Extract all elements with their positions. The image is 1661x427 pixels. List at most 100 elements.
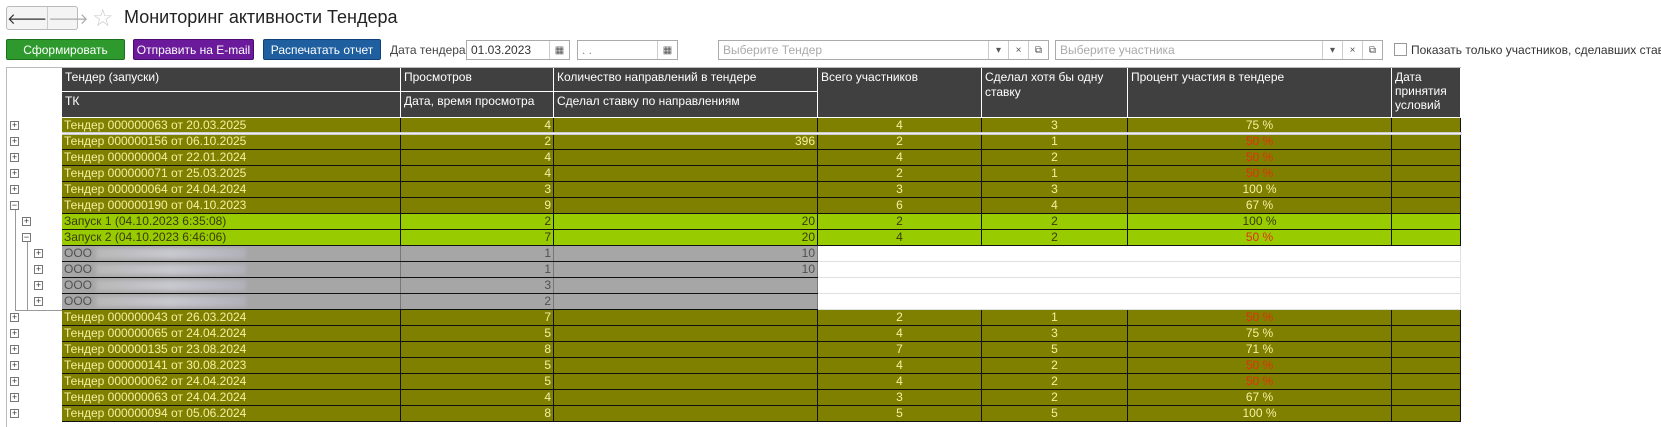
header-accept-date[interactable]: Дата принятия условий xyxy=(1392,68,1461,118)
date-from-field[interactable]: 01.03.2023 ▦ xyxy=(466,40,570,60)
clear-icon[interactable]: × xyxy=(1008,41,1028,59)
cell-views: 4 xyxy=(401,166,554,181)
org-row[interactable]: ООО 3 xyxy=(62,278,818,294)
generate-button[interactable]: Сформировать xyxy=(6,39,125,60)
forward-button[interactable]: 🡒 xyxy=(48,7,88,29)
cell-pct: 50 % xyxy=(1128,358,1392,373)
cell-total: 4 xyxy=(818,374,982,389)
cell-dirs xyxy=(554,310,818,325)
print-report-button[interactable]: Распечатать отчет xyxy=(263,39,381,60)
cell-bid: 2 xyxy=(982,374,1128,389)
send-email-button[interactable]: Отправить на E-mail xyxy=(133,39,254,60)
cell-accept-date xyxy=(1392,134,1461,149)
header-total[interactable]: Всего участников xyxy=(818,68,982,118)
tender-row[interactable]: Тендер 000000043 от 26.03.2024 7 2 1 50 % xyxy=(62,310,1461,326)
date-to-value: . . xyxy=(582,43,593,57)
tender-row[interactable]: Тендер 000000141 от 30.08.2023 5 4 2 50 % xyxy=(62,358,1461,374)
cell-bid: 2 xyxy=(982,150,1128,165)
page-title: Мониторинг активности Тендера xyxy=(124,7,398,27)
date-from-value: 01.03.2023 xyxy=(471,43,532,57)
header-views[interactable]: Просмотров xyxy=(401,68,554,92)
launch-row[interactable]: Запуск 2 (04.10.2023 6:46:06) 7 20 4 2 50 % xyxy=(62,230,1461,246)
expand-plus-icon[interactable]: + xyxy=(34,265,43,274)
cell-accept-date xyxy=(1392,310,1461,325)
expand-plus-icon[interactable]: + xyxy=(10,329,19,338)
cell-dirs xyxy=(554,166,818,181)
expand-plus-icon[interactable]: + xyxy=(10,409,19,418)
launch-row[interactable]: Запуск 1 (04.10.2023 6:35:08) 2 20 2 2 100 % xyxy=(62,214,1461,230)
header-tk[interactable]: ТК xyxy=(62,92,401,118)
only-bidders-label[interactable]: Показать только участников, сделавших ст… xyxy=(1411,43,1661,57)
history-nav: 🡐 🡒 xyxy=(6,6,88,30)
tender-row[interactable]: Тендер 000000063 от 24.04.2024 4 3 2 67 % xyxy=(62,390,1461,406)
calendar-icon[interactable]: ▦ xyxy=(549,41,569,59)
expand-plus-icon[interactable]: + xyxy=(10,137,19,146)
expand-plus-icon[interactable]: + xyxy=(10,153,19,162)
cell-total: 4 xyxy=(818,230,982,245)
calendar-icon[interactable]: ▦ xyxy=(657,41,677,59)
cell-bid: 1 xyxy=(982,134,1128,149)
tender-select[interactable]: Выберите Тендер ▾ × ⧉ xyxy=(718,40,1049,60)
cell-total: 4 xyxy=(818,326,982,341)
tender-row[interactable]: Тендер 000000156 от 06.10.2025 2 396 2 1 50 % xyxy=(62,134,1461,150)
cell-total: 2 xyxy=(818,310,982,325)
expand-plus-icon[interactable]: + xyxy=(10,361,19,370)
tender-row[interactable]: Тендер 000000071 от 25.03.2025 4 2 1 50 % xyxy=(62,166,1461,182)
expand-plus-icon[interactable]: + xyxy=(34,281,43,290)
cell-name: ООО xyxy=(62,262,401,277)
open-icon[interactable]: ⧉ xyxy=(1028,41,1048,59)
expand-plus-icon[interactable]: + xyxy=(10,377,19,386)
back-button[interactable]: 🡐 xyxy=(7,7,49,29)
header-directions[interactable]: Количество направлений в тендере xyxy=(554,68,818,92)
header-percent[interactable]: Процент участия в тендере xyxy=(1128,68,1392,118)
tender-row[interactable]: Тендер 000000190 от 04.10.2023 9 6 4 67 % xyxy=(62,198,1461,214)
dropdown-arrow-icon[interactable]: ▾ xyxy=(988,41,1008,59)
expand-plus-icon[interactable]: + xyxy=(34,297,43,306)
org-row[interactable]: ООО 1 10 xyxy=(62,262,818,278)
cell-name: Тендер 000000190 от 04.10.2023 xyxy=(62,198,401,213)
expand-plus-icon[interactable]: + xyxy=(22,217,31,226)
tender-row[interactable]: Тендер 000000135 от 23.08.2024 8 7 5 71 % xyxy=(62,342,1461,358)
expand-plus-icon[interactable]: + xyxy=(10,393,19,402)
cell-total: 4 xyxy=(818,118,982,133)
org-row[interactable]: ООО 1 10 xyxy=(62,246,818,262)
header-tender[interactable]: Тендер (запуски) xyxy=(62,68,401,92)
header-bid-directions[interactable]: Сделал ставку по направлениям xyxy=(554,92,818,118)
participant-select[interactable]: Выберите участника ▾ × ⧉ xyxy=(1055,40,1383,60)
cell-dirs xyxy=(554,150,818,165)
expand-plus-icon[interactable]: + xyxy=(34,249,43,258)
dropdown-arrow-icon[interactable]: ▾ xyxy=(1322,41,1342,59)
expand-plus-icon[interactable]: + xyxy=(10,185,19,194)
collapse-minus-icon[interactable]: − xyxy=(10,201,19,210)
cell-dirs: 20 xyxy=(554,230,818,245)
report-table: Тендер (запуски) ТК Просмотров Дата, вре… xyxy=(6,67,1462,427)
tree-line xyxy=(15,210,16,310)
cell-name: Тендер 000000043 от 26.03.2024 xyxy=(62,310,401,325)
header-view-time[interactable]: Дата, время просмотра xyxy=(401,92,554,118)
cell-pct: 50 % xyxy=(1128,166,1392,181)
cell-views: 2 xyxy=(401,214,554,229)
cell-total: 7 xyxy=(818,342,982,357)
open-icon[interactable]: ⧉ xyxy=(1362,41,1382,59)
favorite-star-icon[interactable]: ☆ xyxy=(92,4,114,33)
header-bid-once[interactable]: Сделал хотя бы одну ставку xyxy=(982,68,1128,118)
expand-plus-icon[interactable]: + xyxy=(10,313,19,322)
cell-views: 2 xyxy=(401,294,554,309)
org-row[interactable]: ООО 2 xyxy=(62,294,818,310)
cell-bid: 2 xyxy=(982,390,1128,405)
only-bidders-checkbox[interactable] xyxy=(1394,43,1407,56)
cell-dirs xyxy=(554,390,818,405)
redacted-name xyxy=(96,296,247,308)
collapse-minus-icon[interactable]: − xyxy=(22,233,31,242)
expand-plus-icon[interactable]: + xyxy=(10,121,19,130)
expand-plus-icon[interactable]: + xyxy=(10,345,19,354)
tender-row[interactable]: Тендер 000000062 от 24.04.2024 5 4 2 50 % xyxy=(62,374,1461,390)
tender-row[interactable]: Тендер 000000065 от 24.04.2024 5 4 3 75 % xyxy=(62,326,1461,342)
tender-row[interactable]: Тендер 000000004 от 22.01.2024 4 4 2 50 % xyxy=(62,150,1461,166)
clear-icon[interactable]: × xyxy=(1342,41,1362,59)
cell-total: 6 xyxy=(818,198,982,213)
cell-pct: 67 % xyxy=(1128,198,1392,213)
tender-row[interactable]: Тендер 000000064 от 24.04.2024 3 3 3 100 % xyxy=(62,182,1461,198)
expand-plus-icon[interactable]: + xyxy=(10,169,19,178)
date-to-field[interactable]: . . ▦ xyxy=(577,40,678,60)
